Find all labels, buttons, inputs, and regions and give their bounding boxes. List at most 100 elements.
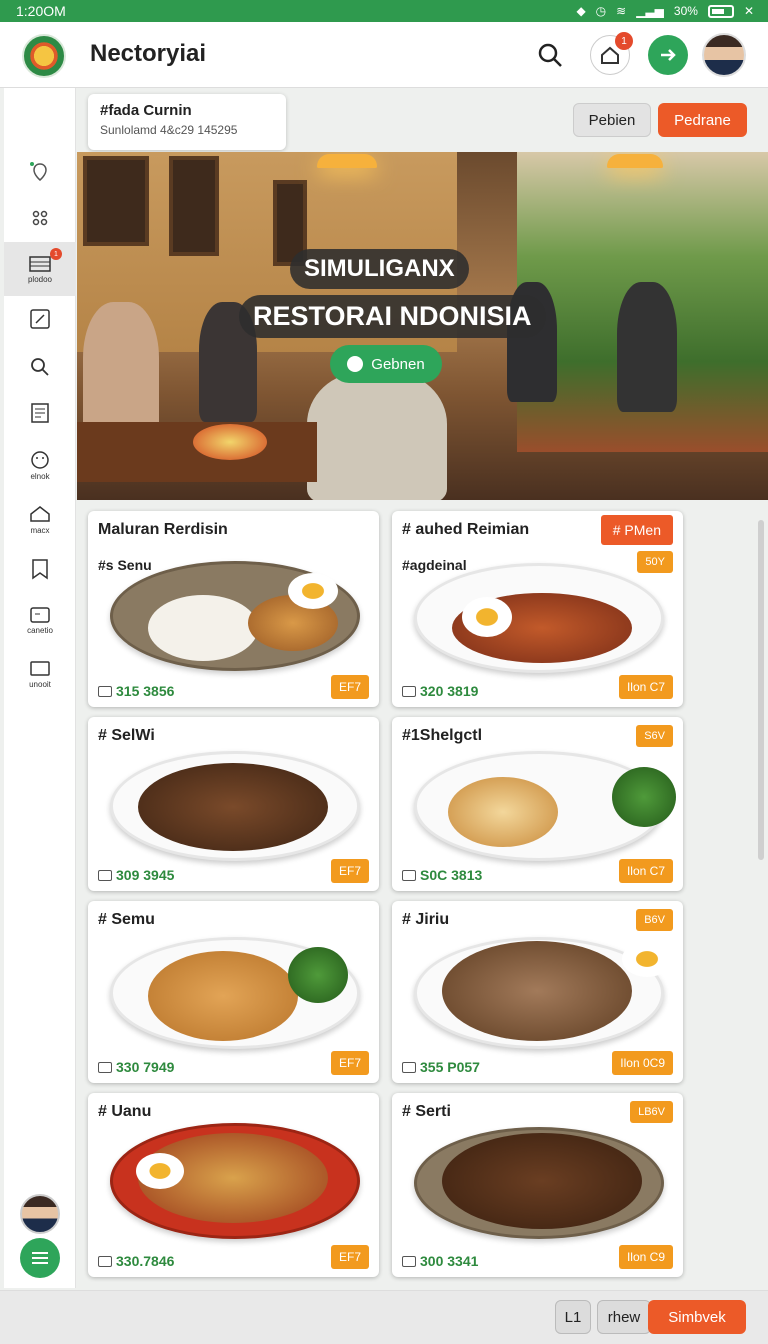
rating-tag: S6V (636, 725, 673, 747)
sidebar-item-label: unooit (29, 680, 51, 689)
dish-code-row: S0C 3813 (402, 867, 482, 883)
status-time: 1:20OM (16, 3, 66, 19)
app-logo[interactable] (22, 34, 66, 78)
info-subtitle: Sunlolamd 4&c29 145295 (100, 123, 238, 137)
notification-badge: 1 (615, 32, 633, 50)
dish-name: #1Shelgctl (402, 727, 483, 744)
sidebar-item-plodoo[interactable]: plodoo 1 (4, 242, 76, 296)
info-title: #fada Curnin (100, 102, 192, 119)
egg-portion (288, 573, 338, 609)
edit-icon (30, 309, 50, 329)
diner-figure (617, 282, 677, 412)
camera-icon (98, 869, 112, 881)
broccoli-portion (612, 767, 676, 827)
home-icon (30, 506, 50, 522)
beef-portion (138, 763, 328, 851)
sidebar-item-label: elnok (30, 472, 50, 481)
rating-tag: 50Y (637, 551, 673, 573)
sidebar: plodoo 1 elnok macx canetio unooit (4, 88, 76, 1288)
dining-table (77, 422, 317, 482)
card-icon (30, 607, 50, 623)
dish-card[interactable]: # SelWi 309 3945 EF7 (88, 717, 379, 891)
price-tag: Ilon C7 (618, 675, 673, 699)
dish-code-row: 330 7949 (98, 1059, 174, 1075)
chicken-portion (448, 777, 558, 847)
sidebar-item-bookmark[interactable] (4, 558, 76, 582)
restaurant-info-card[interactable]: #fada Curnin Sunlolamd 4&c29 145295 (88, 94, 286, 150)
dish-code-row: 309 3945 (98, 867, 174, 883)
chicken-portion (442, 941, 632, 1041)
dish-code: 320 3819 (420, 683, 479, 699)
sidebar-item-elnok[interactable]: elnok (4, 450, 76, 481)
dish-code: 355 P057 (420, 1059, 480, 1075)
bookmark-icon (32, 559, 48, 580)
sidebar-item-macx[interactable]: macx (4, 504, 76, 535)
table-bowl (193, 424, 267, 460)
dish-card[interactable]: # Uanu 330.7846 EF7 (88, 1093, 379, 1277)
signal-icon: ▁▃▅ (636, 4, 664, 18)
camera-icon (402, 1061, 416, 1073)
status-icons: ◆ ◷ ≋ ▁▃▅ 30% ✕ (576, 4, 754, 18)
promo-tag[interactable]: # PMen (600, 515, 673, 545)
search-icon (538, 43, 562, 67)
go-button[interactable] (648, 35, 688, 75)
camera-icon (98, 1255, 112, 1267)
toggle-dot-icon (347, 356, 364, 372)
notifications-button[interactable]: 1 (590, 32, 633, 75)
search-button[interactable] (530, 35, 570, 75)
user-avatar[interactable] (702, 33, 746, 77)
hero-title-line1: SIMULIGANX (290, 249, 469, 289)
egg-portion (462, 597, 512, 637)
menu-button[interactable] (20, 1238, 60, 1278)
bottom-button-rhew[interactable]: rhew (597, 1300, 651, 1334)
dish-code: 309 3945 (116, 867, 175, 883)
dish-card[interactable]: # Semu 330 7949 EF7 (88, 901, 379, 1083)
app-title: Nectoryiai (90, 40, 207, 67)
secondary-button[interactable]: Pebien (573, 103, 651, 137)
dish-code-row: 300 3341 (402, 1253, 478, 1269)
price-tag: EF7 (330, 1051, 369, 1075)
camera-icon (402, 685, 416, 697)
camera-icon (98, 1061, 112, 1073)
dish-card[interactable]: # Jiriu B6V 355 P057 Ilon 0C9 (392, 901, 683, 1083)
submit-button[interactable]: Simbvek (648, 1300, 746, 1334)
camera-icon (402, 1255, 416, 1267)
dish-code: S0C 3813 (420, 867, 483, 883)
dish-card[interactable]: #1Shelgctl S6V S0C 3813 Ilon C7 (392, 717, 683, 891)
dish-card[interactable]: # Serti LB6V 300 3341 Ilon C9 (392, 1093, 683, 1277)
hero-title-line2: RESTORAI NDONISIA (239, 295, 546, 338)
dish-code-row: 320 3819 (402, 683, 478, 699)
sidebar-avatar[interactable] (20, 1194, 60, 1234)
egg-portion (136, 1153, 184, 1189)
primary-button[interactable]: Pedrane (658, 103, 747, 137)
hero-button[interactable]: Gebnen (330, 345, 442, 383)
dish-code-row: 355 P057 (402, 1059, 480, 1075)
grid-icon (32, 210, 48, 226)
bottom-button-l1[interactable]: L1 (555, 1300, 591, 1334)
dish-name: # Semu (98, 911, 155, 928)
dish-code: 330 7949 (116, 1059, 175, 1075)
sidebar-item-receipt[interactable] (4, 402, 76, 424)
dish-name: # Uanu (98, 1103, 152, 1120)
broccoli-portion (288, 947, 348, 1003)
sidebar-item-edit[interactable] (4, 308, 76, 330)
arrow-right-icon (661, 49, 676, 61)
close-icon[interactable]: ✕ (744, 4, 754, 18)
price-tag: Ilon C7 (618, 859, 673, 883)
sidebar-item-location[interactable] (4, 160, 76, 184)
sidebar-item-canetio[interactable]: canetio (4, 606, 76, 635)
sidebar-item-grid[interactable] (4, 208, 76, 228)
sidebar-item-search[interactable] (4, 356, 76, 378)
location-icon (30, 162, 47, 181)
smile-icon (31, 451, 49, 469)
price-tag: Ilon C9 (618, 1245, 673, 1269)
hero-banner: SIMULIGANX RESTORAI NDONISIA Gebnen (77, 152, 768, 500)
rating-tag: B6V (636, 909, 673, 931)
status-bar: 1:20OM ◆ ◷ ≋ ▁▃▅ 30% ✕ (0, 0, 768, 22)
dish-card[interactable]: Maluran Rerdisin #s Senu 315 3856 EF7 (88, 511, 379, 707)
dish-card[interactable]: # auhed Reimian #agdeinal # PMen 50Y 320… (392, 511, 683, 707)
sidebar-item-unooit[interactable]: unooit (4, 660, 76, 689)
dish-code-row: 330.7846 (98, 1253, 174, 1269)
diner-figure (307, 372, 447, 500)
scrollbar[interactable] (758, 520, 764, 860)
